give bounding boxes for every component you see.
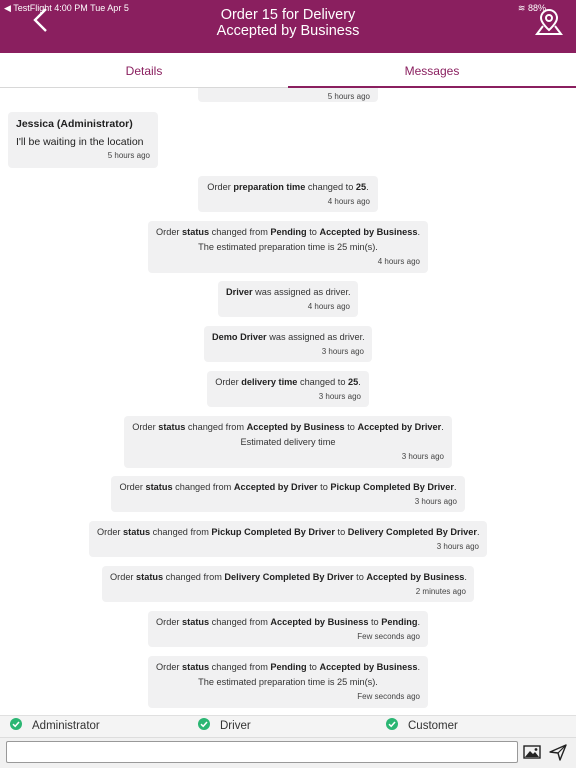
wifi-icon: ≋ — [517, 3, 526, 13]
user-message-bubble: Jessica (Administrator) I'll be waiting … — [8, 112, 158, 168]
message-bubble: Order status changed from Delivery Compl… — [102, 566, 474, 602]
page-title-line-1: Order 15 for Delivery — [220, 7, 356, 23]
back-button[interactable] — [26, 5, 56, 35]
message-text: Order status changed from Accepted by Bu… — [156, 617, 421, 627]
message-text: Order delivery time changed to 25. — [215, 377, 361, 387]
attach-image-button[interactable] — [521, 741, 543, 763]
tab-bar: Details Messages — [0, 53, 576, 88]
message-timestamp: 3 hours ago — [401, 452, 444, 461]
image-icon — [523, 745, 541, 759]
message-text: Order status changed from Pending to Acc… — [156, 662, 421, 672]
message-timestamp: 5 hours ago — [327, 92, 370, 101]
check-circle-icon — [198, 718, 210, 731]
recipient-customer-toggle[interactable]: Customer — [386, 718, 458, 732]
chevron-left-icon — [33, 8, 47, 32]
message-timestamp: 4 hours ago — [307, 302, 350, 311]
message-timestamp: 4 hours ago — [377, 257, 420, 266]
message-text-line-2: Estimated delivery time — [240, 437, 336, 447]
status-bar-left: ◀ TestFlight 4:00 PM Tue Apr 5 — [4, 3, 129, 13]
send-icon — [549, 744, 567, 761]
recipient-selector: Administrator Driver Customer — [0, 715, 576, 737]
message-timestamp: 3 hours ago — [436, 542, 479, 551]
map-pin-icon — [535, 8, 563, 35]
tab-messages[interactable]: Messages — [288, 53, 576, 88]
message-timestamp: Few seconds ago — [357, 632, 420, 641]
message-bubble: Order status changed from Pending to Acc… — [148, 221, 428, 273]
recipient-administrator-toggle[interactable]: Administrator — [10, 718, 100, 732]
message-timestamp: 3 hours ago — [318, 392, 361, 401]
message-input[interactable] — [6, 741, 518, 763]
message-text: Demo Driver was assigned as driver. — [212, 332, 365, 342]
message-bubble: Order status changed from Accepted by Bu… — [148, 611, 428, 647]
check-circle-icon — [10, 718, 22, 731]
message-timestamp: 5 hours ago — [107, 151, 150, 160]
message-timestamp: 3 hours ago — [321, 347, 364, 356]
message-bubble: 5 hours ago — [198, 88, 378, 102]
message-composer — [0, 737, 576, 768]
recipient-label: Driver — [220, 720, 251, 732]
message-text: Order status changed from Accepted by Bu… — [132, 422, 444, 432]
message-list[interactable]: 5 hours ago Jessica (Administrator) I'll… — [0, 88, 576, 715]
message-bubble: Driver was assigned as driver. 4 hours a… — [218, 281, 358, 317]
message-bubble: Order status changed from Accepted by Dr… — [111, 476, 465, 512]
recipient-label: Administrator — [32, 720, 100, 732]
send-button[interactable] — [547, 741, 569, 763]
message-bubble: Demo Driver was assigned as driver. 3 ho… — [204, 326, 372, 362]
map-button[interactable] — [534, 7, 564, 37]
page-title-line-2: Accepted by Business — [216, 23, 360, 39]
message-text: Order preparation time changed to 25. — [207, 182, 369, 192]
recipient-label: Customer — [408, 720, 458, 732]
message-text: Order status changed from Pickup Complet… — [97, 527, 480, 537]
recipient-driver-toggle[interactable]: Driver — [198, 718, 251, 732]
message-text: Driver was assigned as driver. — [226, 287, 351, 297]
app-header: ◀ TestFlight 4:00 PM Tue Apr 5 ≋ 88% Ord… — [0, 0, 576, 53]
message-bubble: Order status changed from Pending to Acc… — [148, 656, 428, 708]
message-text-line-2: The estimated preparation time is 25 min… — [198, 242, 378, 252]
message-timestamp: 4 hours ago — [327, 197, 370, 206]
message-text: Order status changed from Accepted by Dr… — [119, 482, 457, 492]
message-bubble: Order status changed from Accepted by Bu… — [124, 416, 452, 468]
message-text: Order status changed from Delivery Compl… — [110, 572, 467, 582]
message-text: I'll be waiting in the location — [16, 136, 144, 148]
message-timestamp: 3 hours ago — [414, 497, 457, 506]
tab-details[interactable]: Details — [0, 53, 288, 88]
message-bubble: Order delivery time changed to 25. 3 hou… — [207, 371, 369, 407]
message-bubble: Order preparation time changed to 25. 4 … — [198, 176, 378, 212]
check-circle-icon — [386, 718, 398, 731]
message-author: Jessica (Administrator) — [16, 118, 133, 130]
message-timestamp: 2 minutes ago — [415, 587, 466, 596]
message-timestamp: Few seconds ago — [357, 692, 420, 701]
page-title: Order 15 for Delivery Accepted by Busine… — [140, 7, 436, 39]
message-text-line-2: The estimated preparation time is 25 min… — [198, 677, 378, 687]
message-text: Order status changed from Pending to Acc… — [156, 227, 421, 237]
message-bubble: Order status changed from Pickup Complet… — [89, 521, 487, 557]
